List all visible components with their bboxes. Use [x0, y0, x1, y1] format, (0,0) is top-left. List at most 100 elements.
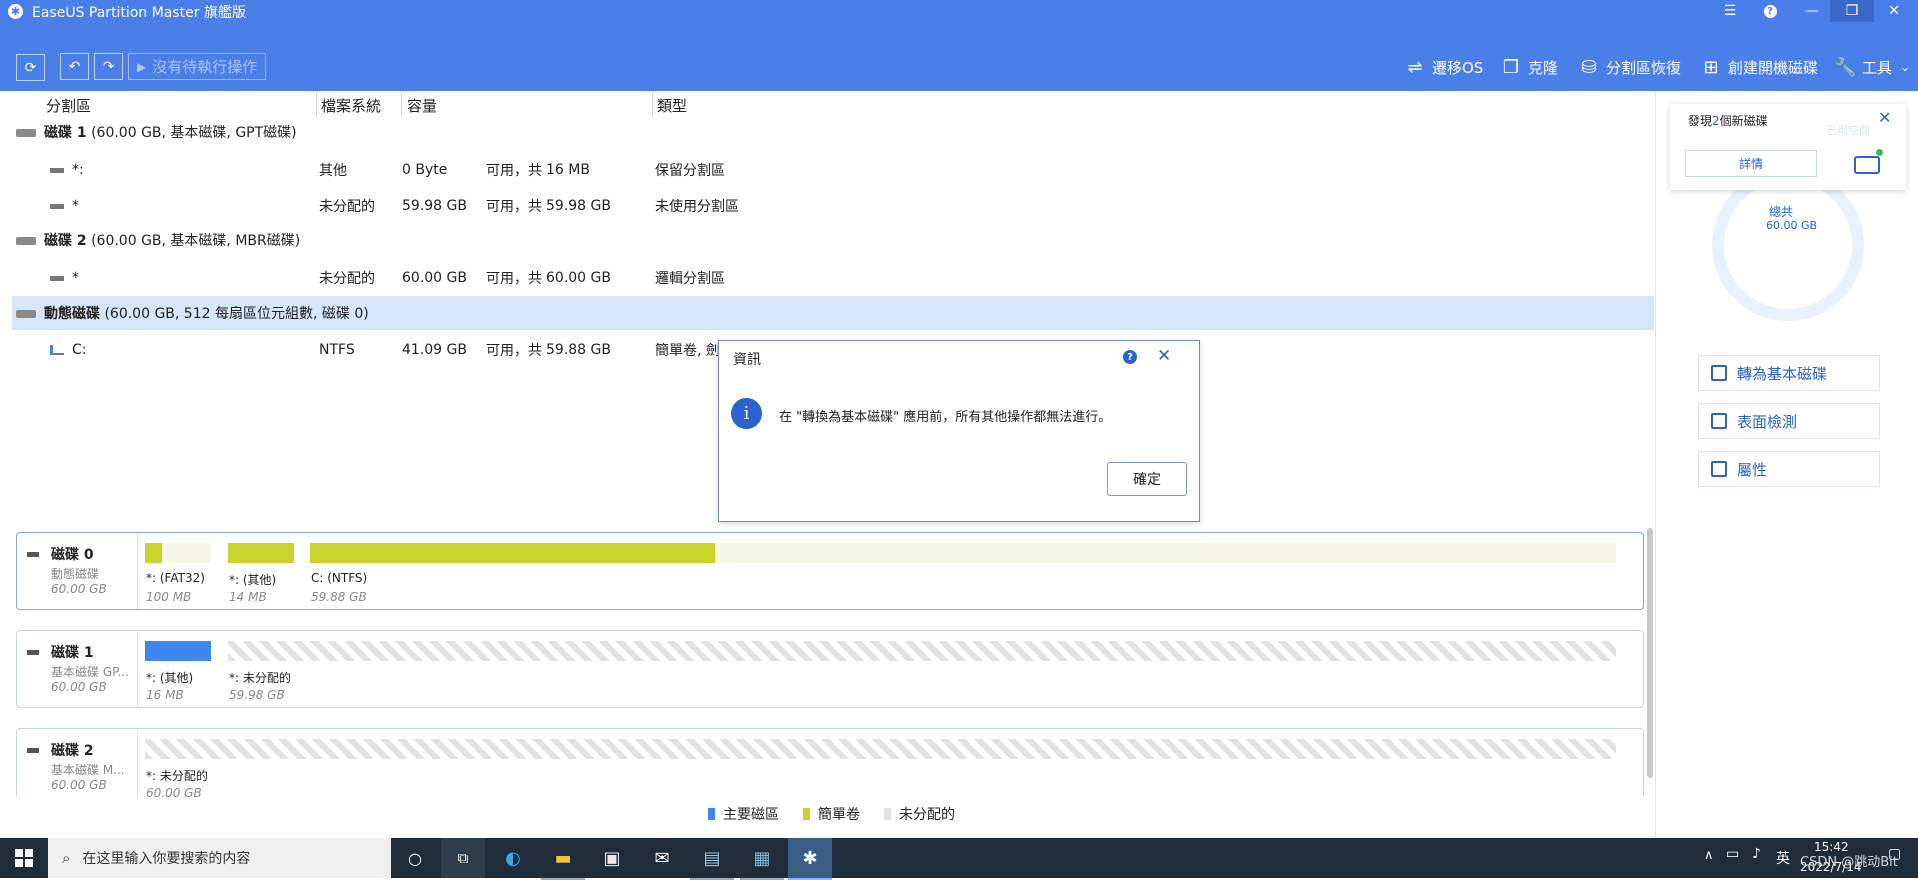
disk-name: 磁碟 1	[44, 125, 87, 141]
disk-usage-donut	[1712, 169, 1864, 321]
properties-icon	[1711, 461, 1727, 477]
help-icon[interactable]: ?	[1123, 350, 1137, 364]
disk-map-size: 60.00 GB	[51, 778, 107, 792]
partition-row[interactable]: * 未分配的 60.00 GB 可用，共 60.00 GB 邏輯分割區	[12, 261, 1654, 295]
partition-used: 41.09 GB	[402, 342, 467, 358]
disk-map-kind: 基本磁碟 M...	[51, 763, 125, 777]
partition-bar[interactable]	[145, 543, 211, 563]
disk-map-label: 磁碟 1 基本磁碟 GP... 60.00 GB	[17, 631, 138, 707]
mail-icon[interactable]: ✉	[640, 838, 684, 878]
tool-create-bootable[interactable]: ⊞ 創建開機磁碟	[1700, 52, 1818, 82]
chevron-down-icon: ⌄	[1900, 60, 1911, 74]
disk-row[interactable]: 磁碟 1 (60.00 GB, 基本磁碟, GPT磁碟)	[12, 115, 1654, 149]
disk-map-panel-1[interactable]: 磁碟 1 基本磁碟 GP... 60.00 GB *: (其他) 16 MB *…	[16, 630, 1644, 708]
disk-map-label: 磁碟 0 動態磁碟 60.00 GB	[17, 533, 138, 609]
disk-map-scrollbar[interactable]	[1647, 528, 1653, 778]
tool-partition-recovery[interactable]: ⛁ 分割區恢復	[1578, 52, 1681, 82]
partition-row[interactable]: *: 其他 0 Byte 可用，共 16 MB 保留分割區	[12, 153, 1654, 187]
partition-map-size: 59.98 GB	[229, 688, 285, 702]
partition-name: *:	[72, 162, 84, 178]
close-icon[interactable]: ✕	[1157, 346, 1171, 366]
cortana-icon[interactable]: ○	[393, 838, 437, 878]
partition-used: 60.00 GB	[402, 270, 467, 286]
tray-volume-icon[interactable]: ♪	[1752, 846, 1761, 862]
redo-button[interactable]: ↷	[94, 53, 123, 80]
partition-icon	[50, 275, 64, 281]
partition-map-label: C: (NTFS)	[311, 571, 368, 585]
task-view-icon[interactable]: ⧉	[441, 838, 485, 878]
total-label: 總共	[1769, 205, 1794, 219]
partition-bar-unallocated[interactable]	[145, 739, 1616, 759]
notification-center-icon[interactable]: ▢	[1888, 846, 1901, 862]
tool-label: 分割區恢復	[1606, 58, 1682, 77]
partition-map-size: 16 MB	[146, 688, 184, 702]
surface-test-button[interactable]: 表面檢測	[1698, 403, 1880, 439]
total-value: 60.00 GB	[1766, 219, 1818, 232]
store-icon[interactable]: ▣	[590, 838, 634, 878]
taskbar-search-box[interactable]: ⌕ 在这里输入你要搜索的内容	[48, 838, 391, 878]
disk-map-kind: 動態磁碟	[51, 567, 100, 581]
partition-map-size: 14 MB	[229, 590, 267, 604]
partition-bar-fill	[310, 543, 715, 563]
partition-bar-unallocated[interactable]	[228, 641, 1616, 661]
disk-map-panel-0[interactable]: 磁碟 0 動態磁碟 60.00 GB *: (FAT32) 100 MB *: …	[16, 532, 1644, 610]
partition-map-size: 59.88 GB	[311, 590, 367, 604]
file-explorer-icon[interactable]: ▬	[541, 838, 585, 880]
tool-tools[interactable]: 🔧 工具 ⌄	[1834, 52, 1910, 82]
tray-chevron-icon[interactable]: ∧	[1704, 848, 1714, 863]
network-app-icon[interactable]: ▤	[690, 838, 734, 880]
control-panel-icon[interactable]: ▦	[740, 838, 784, 880]
partition-total: 59.88 GB	[546, 342, 611, 358]
undo-button[interactable]: ↶	[60, 53, 89, 80]
search-placeholder: 在这里输入你要搜索的内容	[82, 851, 251, 867]
disk-map-size: 60.00 GB	[51, 680, 107, 694]
partition-bar[interactable]	[310, 543, 1616, 563]
disk-icon	[27, 650, 39, 655]
disk-map-name: 磁碟 2	[51, 743, 94, 759]
partition-row[interactable]: * 未分配的 59.98 GB 可用，共 59.98 GB 未使用分割區	[12, 189, 1654, 223]
ok-button[interactable]: 確定	[1107, 462, 1187, 496]
details-button[interactable]: 詳情	[1685, 150, 1817, 177]
help-icon[interactable]: ?	[1748, 0, 1792, 22]
properties-button[interactable]: 屬性	[1698, 451, 1880, 487]
restore-icon[interactable]: ❐	[1830, 0, 1874, 22]
tool-clone[interactable]: ❐ 克隆	[1500, 52, 1558, 82]
convert-to-basic-button[interactable]: 轉為基本磁碟	[1698, 355, 1880, 391]
dynamic-volume-icon	[50, 345, 64, 355]
disk-row-selected[interactable]: 動態磁碟 (60.00 GB, 512 每扇區位元組數, 磁碟 0)	[12, 296, 1654, 330]
partition-map-label: *: (其他)	[146, 671, 194, 685]
wrench-icon: 🔧	[1834, 56, 1857, 78]
disk-info: (60.00 GB, 基本磁碟, GPT磁碟)	[91, 125, 297, 141]
tool-label: 克隆	[1528, 58, 1559, 77]
disk-icon	[27, 748, 39, 753]
close-icon[interactable]: ✕	[1878, 108, 1891, 127]
disk-map-panel-2[interactable]: 磁碟 2 基本磁碟 M... 60.00 GB *: 未分配的 60.00 GB	[16, 728, 1644, 800]
windows-start-icon[interactable]	[2, 838, 46, 878]
disk-icon	[16, 237, 36, 245]
disk-name: 動態磁碟	[44, 306, 100, 322]
list-icon[interactable]: ☰	[1708, 0, 1752, 22]
easeus-app-icon[interactable]: ✱	[788, 838, 832, 880]
legend-label: 主要磁區	[723, 807, 779, 823]
partition-bar-fill	[228, 543, 294, 563]
partition-bar[interactable]	[145, 641, 211, 661]
close-icon[interactable]: ✕	[1872, 0, 1916, 22]
tool-migrate-os[interactable]: ⇌ 遷移OS	[1404, 52, 1483, 82]
legend-swatch	[803, 808, 810, 820]
partition-bar[interactable]	[228, 543, 294, 563]
refresh-button[interactable]: ⟳	[16, 54, 45, 81]
tray-language[interactable]: 英	[1776, 848, 1790, 868]
partition-total: 16 MB	[546, 162, 590, 178]
tray-network-icon[interactable]: ▭	[1726, 846, 1739, 862]
edge-icon[interactable]: ◐	[491, 838, 535, 878]
disk-name: 磁碟 2	[44, 233, 87, 249]
pending-operations-button[interactable]: ▶ 沒有待執行操作	[128, 53, 266, 80]
surface-test-icon	[1711, 413, 1727, 429]
partition-type: 邏輯分割區	[655, 271, 725, 287]
dialog-message: 在 "轉換為基本磁碟" 應用前，所有其他操作都無法進行。	[779, 410, 1112, 425]
minimize-icon[interactable]: —	[1790, 0, 1834, 22]
tool-label: 工具	[1862, 58, 1893, 77]
disk-row[interactable]: 磁碟 2 (60.00 GB, 基本磁碟, MBR磁碟)	[12, 223, 1654, 257]
partition-bar-fill	[145, 543, 162, 563]
column-divider	[316, 93, 317, 117]
